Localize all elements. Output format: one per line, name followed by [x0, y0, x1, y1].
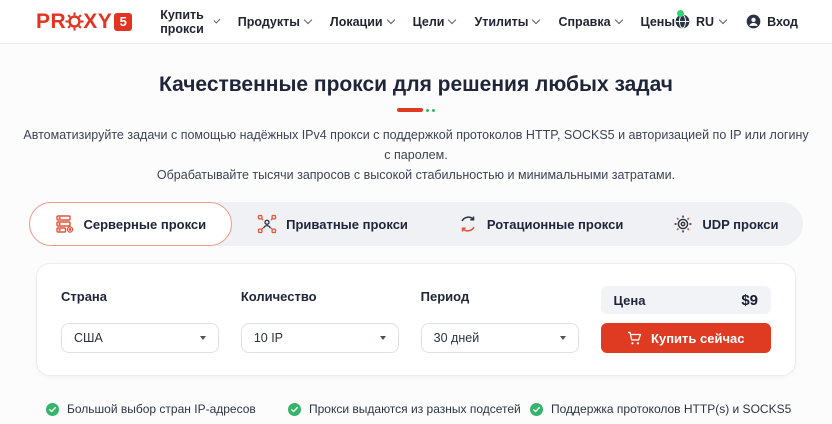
- user-icon: [746, 14, 761, 29]
- language-label: RU: [696, 15, 714, 29]
- period-value: 30 дней: [434, 331, 480, 345]
- quantity-value: 10 IP: [254, 331, 283, 345]
- price-value: $9: [741, 292, 758, 309]
- chevron-down-icon: [719, 16, 727, 24]
- list-item: Большой выбор стран IP-адресов: [46, 402, 288, 416]
- gear-icon: [65, 12, 84, 31]
- new-badge-dot: [677, 10, 684, 17]
- buy-now-button[interactable]: Купить сейчас: [601, 323, 771, 353]
- caret-down-icon: [560, 336, 566, 340]
- caret-down-icon: [380, 336, 386, 340]
- language-switcher[interactable]: RU: [675, 14, 726, 29]
- gear-icon: [673, 214, 693, 234]
- tab-private-proxy[interactable]: Приватные прокси: [232, 202, 433, 246]
- quantity-select[interactable]: 10 IP: [241, 323, 399, 353]
- check-circle-icon: [530, 403, 543, 416]
- hero-description: Автоматизируйте задачи с помощью надёжны…: [21, 125, 811, 185]
- nav-item-utilities[interactable]: Утилиты: [474, 15, 539, 29]
- caret-down-icon: [200, 336, 206, 340]
- nav-item-locations[interactable]: Локации: [330, 15, 394, 29]
- tab-label: Серверные прокси: [84, 217, 207, 232]
- page-title: Качественные прокси для решения любых за…: [0, 73, 832, 97]
- quantity-field: Количество 10 IP: [241, 286, 399, 353]
- order-form-card: Страна США Количество 10 IP Период 30 дн…: [36, 263, 796, 376]
- chevron-down-icon: [532, 16, 540, 24]
- tab-label: UDP прокси: [702, 217, 778, 232]
- price-column: Цена $9 Купить сейчас: [601, 286, 771, 353]
- country-field: Страна США: [61, 286, 219, 353]
- chevron-down-icon: [213, 17, 220, 24]
- chevron-down-icon: [448, 16, 456, 24]
- private-network-icon: [257, 214, 277, 234]
- nav-item-goals[interactable]: Цели: [413, 15, 456, 29]
- check-circle-icon: [288, 403, 301, 416]
- tab-udp-proxy[interactable]: UDP прокси: [648, 202, 803, 246]
- tab-label: Ротационные прокси: [487, 217, 623, 232]
- period-label: Период: [421, 286, 579, 304]
- country-select[interactable]: США: [61, 323, 219, 353]
- tab-label: Приватные прокси: [286, 217, 408, 232]
- proxy-type-tabs: Серверные прокси Пр: [29, 202, 804, 246]
- quantity-label: Количество: [241, 286, 399, 304]
- chevron-down-icon: [614, 16, 622, 24]
- chevron-down-icon: [304, 16, 312, 24]
- country-value: США: [74, 331, 103, 345]
- logo-text-pre: PR: [36, 10, 66, 34]
- country-label: Страна: [61, 286, 219, 304]
- nav-item-products[interactable]: Продукты: [238, 15, 311, 29]
- price-label: Цена: [614, 293, 646, 308]
- buy-now-label: Купить сейчас: [651, 331, 744, 346]
- top-navbar: PR XY 5 Купить: [0, 0, 832, 44]
- brand-logo[interactable]: PR XY 5: [36, 10, 132, 34]
- rotation-arrows-icon: [458, 214, 478, 234]
- list-item: Поддержка протоколов HTTP(s) и SOCKS5: [530, 402, 832, 416]
- login-label: Вход: [767, 15, 798, 29]
- hero-description-line2: Обрабатывайте тысячи запросов с высокой …: [21, 165, 811, 185]
- hero-description-line1: Автоматизируйте задачи с помощью надёжны…: [21, 125, 811, 165]
- period-field: Период 30 дней: [421, 286, 579, 353]
- title-divider: [0, 108, 832, 112]
- period-select[interactable]: 30 дней: [421, 323, 579, 353]
- nav-item-buy-proxy[interactable]: Купить прокси: [160, 8, 219, 36]
- chevron-down-icon: [386, 16, 394, 24]
- tab-server-proxy[interactable]: Серверные прокси: [29, 202, 233, 246]
- price-box: Цена $9: [601, 286, 771, 314]
- logo-text-post: XY: [83, 10, 112, 34]
- tab-rotating-proxy[interactable]: Ротационные прокси: [433, 202, 648, 246]
- login-link[interactable]: Вход: [746, 14, 798, 29]
- main-nav: Купить прокси Продукты Локации Цели Утил…: [160, 8, 675, 36]
- cart-icon: [627, 331, 642, 346]
- check-circle-icon: [46, 403, 59, 416]
- list-item: Прокси выдаются из разных подсетей: [288, 402, 530, 416]
- server-icon: [55, 214, 75, 234]
- nav-item-help[interactable]: Справка: [558, 15, 621, 29]
- logo-badge-5: 5: [114, 13, 132, 31]
- header-actions: RU Вход: [675, 14, 798, 29]
- feature-list: Большой выбор стран IP-адресов Статическ…: [46, 402, 832, 424]
- nav-item-pricing[interactable]: Цены: [641, 15, 675, 29]
